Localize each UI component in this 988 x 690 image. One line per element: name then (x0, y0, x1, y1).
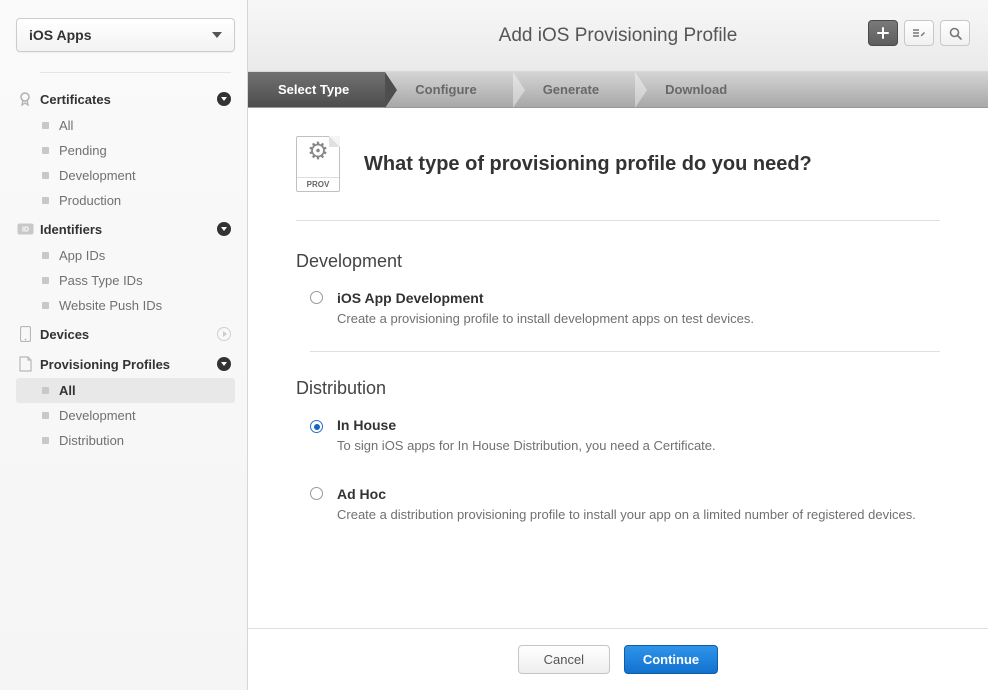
nav-identifiers[interactable]: ID Identifiers (16, 215, 235, 243)
step-download[interactable]: Download (635, 72, 763, 107)
bullet-icon (42, 277, 49, 284)
content-heading: What type of provisioning profile do you… (364, 153, 812, 176)
bullet-icon (42, 302, 49, 309)
edit-button[interactable] (904, 20, 934, 46)
divider (40, 72, 231, 73)
nav-cert-all[interactable]: All (16, 113, 235, 138)
nav-prov-all[interactable]: All (16, 378, 235, 403)
document-icon (16, 356, 34, 372)
step-select-type[interactable]: Select Type (248, 72, 385, 107)
sidebar: iOS Apps Certificates All Pending Develo… (0, 0, 248, 690)
bullet-icon (42, 437, 49, 444)
nav-certificates-title: Certificates (40, 92, 217, 107)
option-label: In House (337, 417, 716, 433)
radio-ad-hoc[interactable] (310, 487, 323, 500)
nav-item-label: Production (59, 193, 121, 208)
option-label: Ad Hoc (337, 486, 916, 502)
nav-identifiers-title: Identifiers (40, 222, 217, 237)
nav-provisioning[interactable]: Provisioning Profiles (16, 350, 235, 378)
nav-item-label: App IDs (59, 248, 105, 263)
nav-devices-title: Devices (40, 327, 217, 342)
search-button[interactable] (940, 20, 970, 46)
prov-tag: PROV (297, 177, 339, 191)
disclosure-collapsed-icon (217, 327, 231, 341)
option-desc: Create a distribution provisioning profi… (337, 506, 916, 525)
option-ios-app-dev[interactable]: iOS App Development Create a provisionin… (310, 290, 940, 352)
app-dropdown-label: iOS Apps (29, 27, 92, 43)
nav-devices[interactable]: Devices (16, 320, 235, 348)
nav-item-label: Distribution (59, 433, 124, 448)
cancel-button[interactable]: Cancel (518, 645, 610, 674)
option-desc: To sign iOS apps for In House Distributi… (337, 437, 716, 456)
radio-in-house[interactable] (310, 420, 323, 433)
nav-cert-development[interactable]: Development (16, 163, 235, 188)
bullet-icon (42, 147, 49, 154)
option-ad-hoc[interactable]: Ad Hoc Create a distribution provisionin… (310, 486, 940, 547)
bullet-icon (42, 122, 49, 129)
nav-item-label: Website Push IDs (59, 298, 162, 313)
disclosure-icon (217, 222, 231, 236)
nav-item-label: All (59, 383, 76, 398)
nav-item-label: Development (59, 168, 136, 183)
chevron-down-icon (212, 32, 222, 38)
bullet-icon (42, 412, 49, 419)
svg-text:ID: ID (22, 227, 29, 234)
nav-certificates[interactable]: Certificates (16, 85, 235, 113)
nav-item-label: All (59, 118, 73, 133)
bullet-icon (42, 197, 49, 204)
nav-id-passtype[interactable]: Pass Type IDs (16, 268, 235, 293)
radio-ios-app-dev[interactable] (310, 291, 323, 304)
bullet-icon (42, 172, 49, 179)
nav-item-label: Pass Type IDs (59, 273, 143, 288)
device-icon (16, 326, 34, 342)
footer-buttons: Cancel Continue (248, 628, 988, 690)
gear-icon: ⚙ (307, 140, 329, 164)
nav-id-webpush[interactable]: Website Push IDs (16, 293, 235, 318)
id-icon: ID (16, 221, 34, 237)
step-generate[interactable]: Generate (513, 72, 635, 107)
page-title: Add iOS Provisioning Profile (499, 25, 738, 47)
provisioning-file-icon: ⚙ PROV (296, 136, 340, 192)
bullet-icon (42, 387, 49, 394)
nav-cert-production[interactable]: Production (16, 188, 235, 213)
nav-prov-distribution[interactable]: Distribution (16, 428, 235, 453)
nav-item-label: Development (59, 408, 136, 423)
step-bar: Select Type Configure Generate Download (248, 72, 988, 108)
top-bar: Add iOS Provisioning Profile (248, 0, 988, 72)
category-distribution: Distribution (296, 378, 940, 399)
app-dropdown[interactable]: iOS Apps (16, 18, 235, 52)
step-configure[interactable]: Configure (385, 72, 512, 107)
nav-cert-pending[interactable]: Pending (16, 138, 235, 163)
option-desc: Create a provisioning profile to install… (337, 310, 754, 329)
bullet-icon (42, 252, 49, 259)
option-in-house[interactable]: In House To sign iOS apps for In House D… (310, 417, 940, 464)
category-development: Development (296, 251, 940, 272)
nav-id-appids[interactable]: App IDs (16, 243, 235, 268)
disclosure-icon (217, 92, 231, 106)
disclosure-icon (217, 357, 231, 371)
nav-item-label: Pending (59, 143, 107, 158)
option-label: iOS App Development (337, 290, 754, 306)
certificate-icon (16, 91, 34, 107)
add-button[interactable] (868, 20, 898, 46)
content-area: ⚙ PROV What type of provisioning profile… (248, 108, 988, 628)
nav-prov-development[interactable]: Development (16, 403, 235, 428)
continue-button[interactable]: Continue (624, 645, 718, 674)
nav-provisioning-title: Provisioning Profiles (40, 357, 217, 372)
